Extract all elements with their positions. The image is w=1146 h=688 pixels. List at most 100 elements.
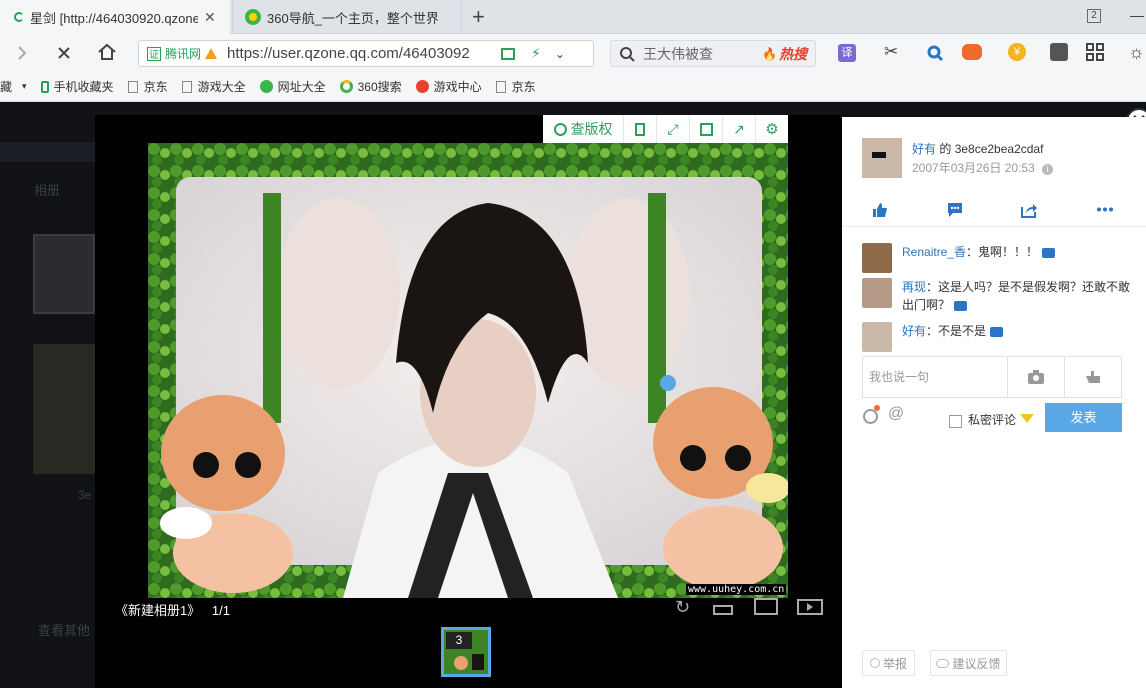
- fit-screen-button[interactable]: [623, 115, 656, 143]
- settings-button[interactable]: ⚙: [755, 115, 788, 143]
- thumbnail-face: [472, 654, 484, 670]
- thumbnail-face: [454, 656, 468, 670]
- copyright-check-button[interactable]: 查版权: [543, 115, 623, 143]
- bookmark-item[interactable]: 京东: [127, 78, 168, 95]
- url-text[interactable]: https://user.qzone.qq.com/46403092: [227, 45, 489, 62]
- apps-grid-icon[interactable]: [1086, 43, 1104, 61]
- reply-icon[interactable]: [990, 326, 1004, 337]
- mention-icon[interactable]: @: [888, 405, 904, 423]
- tab-360-nav[interactable]: 360导航_一个主页，整个世界: [232, 0, 462, 34]
- commenter-name[interactable]: Renaitre_香: [902, 245, 966, 259]
- magnifier-icon[interactable]: [926, 44, 944, 62]
- emoji-icon[interactable]: [863, 409, 878, 424]
- stop-loading-icon[interactable]: [57, 46, 71, 60]
- bookmark-item[interactable]: 藏 ▾: [0, 78, 27, 95]
- reader-icon[interactable]: [1050, 43, 1068, 61]
- camera-icon: [1028, 370, 1044, 384]
- comment-text: ：这是人吗？是不是假发啊？还敢不敢出门啊？: [902, 280, 1131, 312]
- bookmark-item[interactable]: 360搜索: [339, 78, 402, 95]
- photo-title: 好有 的 3e8ce2bea2cdaf: [912, 142, 1044, 156]
- close-tab-icon[interactable]: ✕: [204, 9, 216, 26]
- site-tag: 腾讯网: [165, 47, 202, 61]
- copyright-icon: [553, 122, 567, 136]
- private-comment-checkbox[interactable]: [949, 415, 962, 428]
- more-icon[interactable]: [1097, 207, 1113, 212]
- lightning-icon[interactable]: ⚡: [531, 45, 541, 62]
- commenter-name[interactable]: 再现: [902, 280, 926, 294]
- comment-text: ：鬼啊！！！: [966, 245, 1039, 259]
- page-indicator: 1/1: [211, 603, 230, 618]
- notification-dot: [874, 405, 880, 411]
- tab-qzone[interactable]: 星剑 [http://464030920.qzone. ✕: [0, 0, 230, 34]
- photo-upload-button[interactable]: [1008, 357, 1065, 397]
- viewer-toolbar: 查版权 ⤢ ↗ ⚙: [543, 115, 788, 143]
- search-box[interactable]: 王大伟被查 🔥 热搜: [610, 40, 816, 67]
- game-icon[interactable]: [962, 44, 982, 60]
- bookmarks-bar: 藏 ▾ 手机收藏夹 京东 游戏大全 网址大全 360搜索 游戏中心 京东: [0, 72, 1146, 102]
- bookmark-item[interactable]: 游戏大全: [181, 78, 246, 95]
- page-qr-icon[interactable]: [501, 47, 516, 60]
- fullscreen-button[interactable]: ⤢: [656, 115, 689, 143]
- commenter-avatar[interactable]: [862, 278, 892, 308]
- forward-icon[interactable]: [16, 45, 28, 61]
- slideshow-play-button[interactable]: [797, 599, 823, 615]
- phone-icon: [40, 80, 49, 93]
- author-name[interactable]: 好有: [912, 142, 936, 156]
- author-avatar[interactable]: [862, 138, 902, 178]
- commenter-name[interactable]: 好有: [902, 324, 926, 338]
- window-minimize-button[interactable]: [1130, 16, 1144, 17]
- report-button[interactable]: 举报: [862, 650, 915, 676]
- action-bar: [842, 195, 1146, 227]
- search-placeholder: 王大伟被查: [643, 45, 713, 62]
- background-thumbnail: [33, 344, 95, 474]
- scissors-icon[interactable]: ✂: [884, 42, 898, 62]
- background-more-label: 查看其他: [38, 623, 91, 638]
- bookmark-item[interactable]: 游戏中心: [415, 78, 482, 95]
- size-small-button[interactable]: [713, 605, 733, 615]
- coin-icon[interactable]: ¥: [1008, 43, 1026, 61]
- bookmark-item[interactable]: 京东: [495, 78, 536, 95]
- album-name[interactable]: 《新建相册1》: [115, 603, 200, 618]
- translate-icon[interactable]: 译: [838, 44, 856, 62]
- comment-icon[interactable]: [947, 202, 963, 218]
- comment-input-row: 我也说一句: [862, 356, 1122, 398]
- like-icon[interactable]: [872, 202, 888, 218]
- expand-icon: ⤢: [667, 120, 679, 137]
- bookmark-item[interactable]: 手机收藏夹: [40, 78, 114, 95]
- tab-label: 360导航_一个主页，整个世界: [267, 10, 439, 26]
- rotate-button[interactable]: ↻: [675, 597, 690, 618]
- save-button[interactable]: [689, 115, 722, 143]
- poke-button[interactable]: [1065, 357, 1121, 397]
- home-icon[interactable]: [97, 43, 117, 61]
- thumbnail-strip-item[interactable]: 3: [441, 627, 491, 677]
- warning-icon: [205, 48, 218, 59]
- comment-item: 再现：这是人吗？是不是假发啊？还敢不敢出门啊？: [862, 278, 1132, 314]
- background-header-strip: [0, 142, 95, 162]
- tab-count-badge[interactable]: 2: [1087, 9, 1101, 23]
- reply-icon[interactable]: [1042, 247, 1056, 258]
- fit-icon: [635, 122, 645, 136]
- size-large-button[interactable]: [754, 598, 778, 615]
- feedback-icon: [936, 658, 950, 668]
- brightness-icon[interactable]: ☼: [1128, 42, 1145, 63]
- new-tab-button[interactable]: +: [472, 4, 485, 30]
- tab-label: 星剑 [http://464030920.qzone.: [30, 10, 198, 26]
- commenter-avatar[interactable]: [862, 243, 892, 273]
- background-counter: 3e: [78, 488, 92, 502]
- bookmark-item[interactable]: 网址大全: [259, 78, 326, 95]
- qzone-page: 相册 3e 查看其他 查版权 ⤢ ↗ ⚙ www.uuhey.com.cn 《新…: [0, 102, 1146, 688]
- feedback-button[interactable]: 建议反馈: [930, 650, 1007, 676]
- reply-icon[interactable]: [954, 300, 968, 311]
- comment-input[interactable]: 我也说一句: [863, 357, 1008, 397]
- share-button[interactable]: ↗: [722, 115, 755, 143]
- main-photo[interactable]: www.uuhey.com.cn: [148, 143, 788, 598]
- background-album-label: 相册: [34, 183, 61, 198]
- chevron-down-icon[interactable]: ⌄: [555, 47, 565, 61]
- commenter-avatar[interactable]: [862, 322, 892, 352]
- address-bar[interactable]: 证 腾讯网 https://user.qzone.qq.com/46403092…: [138, 40, 594, 67]
- info-icon[interactable]: i: [1042, 164, 1054, 175]
- browser-toolbar: 证 腾讯网 https://user.qzone.qq.com/46403092…: [0, 34, 1146, 72]
- share-icon[interactable]: [1021, 202, 1037, 218]
- submit-comment-button[interactable]: 发表: [1045, 403, 1122, 432]
- hot-search-label[interactable]: 热搜: [779, 44, 807, 64]
